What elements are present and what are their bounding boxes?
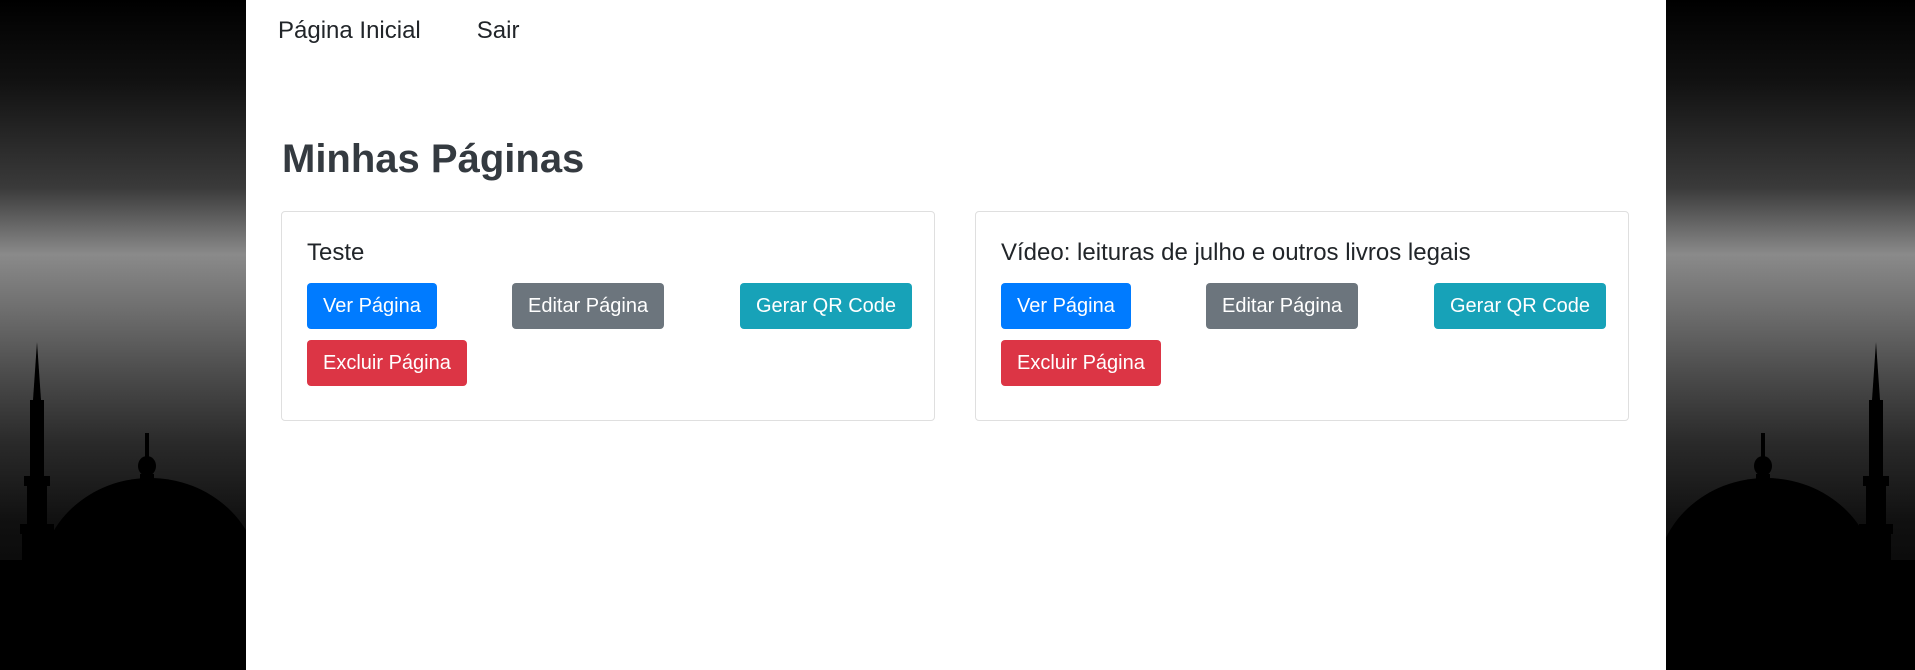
delete-page-button[interactable]: Excluir Página bbox=[1001, 340, 1161, 386]
main-content: Página Inicial Sair Minhas Páginas Teste… bbox=[246, 0, 1666, 670]
edit-page-button[interactable]: Editar Página bbox=[1206, 283, 1359, 329]
view-page-button[interactable]: Ver Página bbox=[1001, 283, 1131, 329]
page-card: Teste Ver Página Editar Página Gerar QR … bbox=[281, 211, 935, 421]
mosque-silhouette-icon bbox=[1666, 342, 1915, 670]
background-image-left bbox=[0, 0, 246, 670]
top-nav: Página Inicial Sair bbox=[278, 17, 519, 45]
edit-page-button[interactable]: Editar Página bbox=[512, 283, 665, 329]
nav-home-link[interactable]: Página Inicial bbox=[278, 17, 421, 45]
card-title: Teste bbox=[307, 239, 365, 266]
nav-logout-link[interactable]: Sair bbox=[477, 17, 520, 45]
view-page-button[interactable]: Ver Página bbox=[307, 283, 437, 329]
page-card: Vídeo: leituras de julho e outros livros… bbox=[975, 211, 1629, 421]
page-title: Minhas Páginas bbox=[282, 137, 585, 181]
delete-page-button[interactable]: Excluir Página bbox=[307, 340, 467, 386]
generate-qr-button[interactable]: Gerar QR Code bbox=[1434, 283, 1607, 329]
card-title: Vídeo: leituras de julho e outros livros… bbox=[1001, 239, 1471, 266]
background-image-right bbox=[1666, 0, 1915, 670]
mosque-silhouette-icon bbox=[0, 342, 246, 670]
generate-qr-button[interactable]: Gerar QR Code bbox=[740, 283, 913, 329]
